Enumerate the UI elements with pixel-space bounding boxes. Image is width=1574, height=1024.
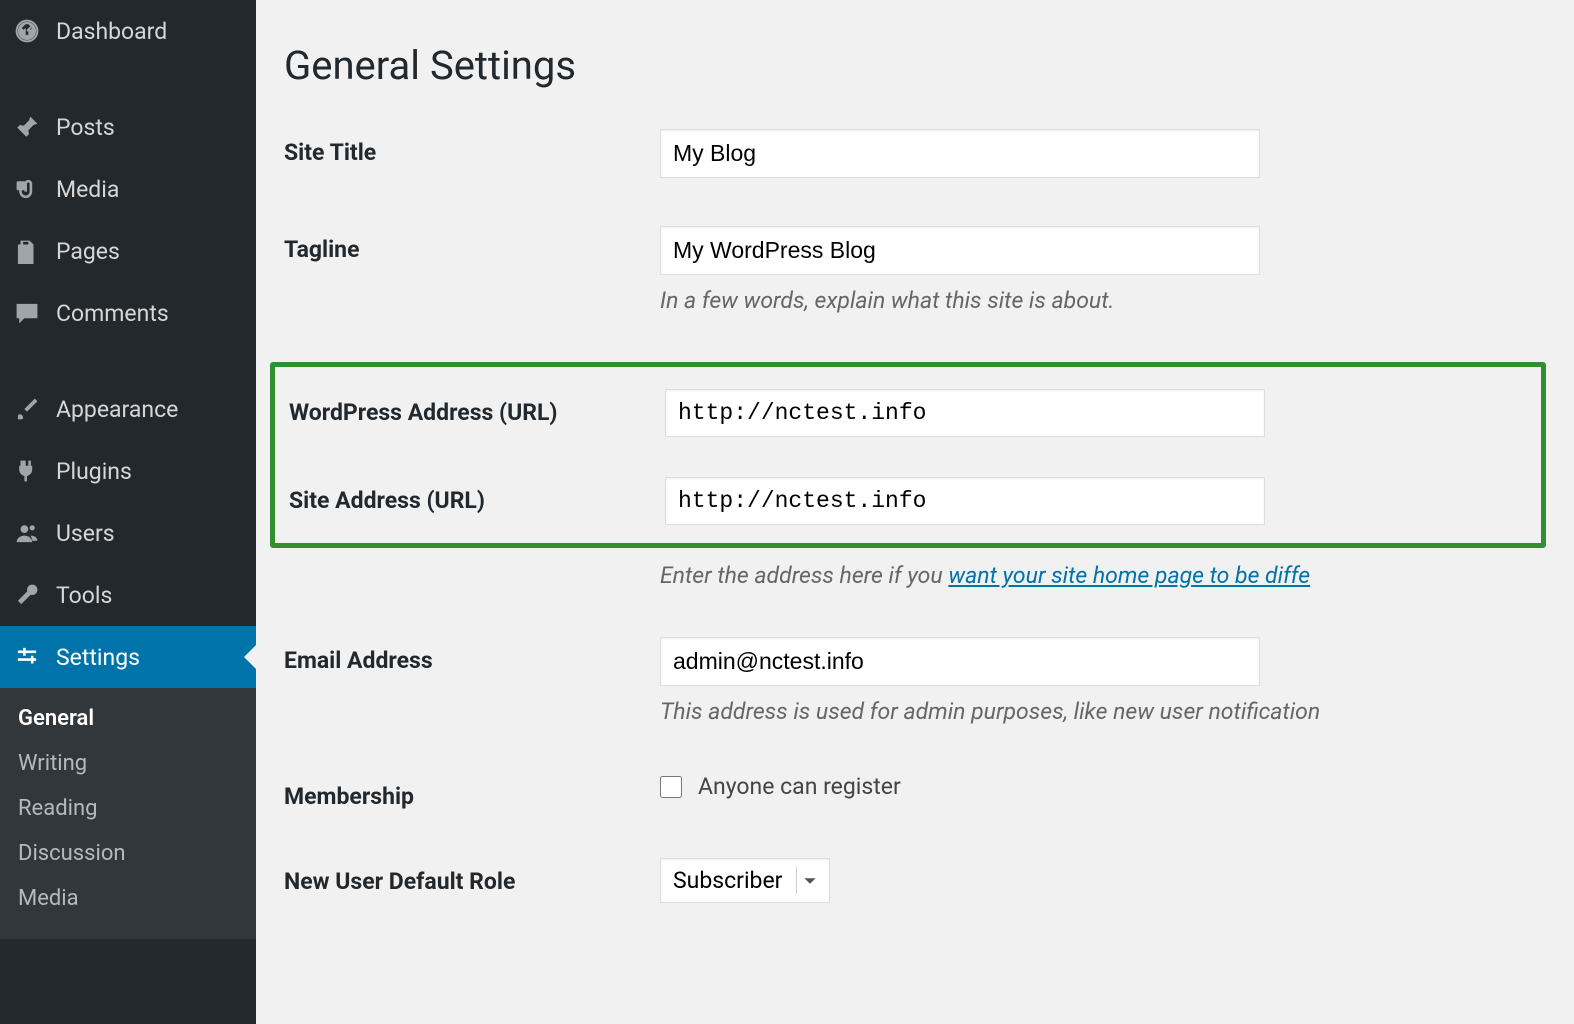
label-membership: Membership — [284, 773, 660, 810]
input-tagline[interactable] — [660, 226, 1260, 275]
row-wp-address: WordPress Address (URL) — [275, 389, 1541, 437]
admin-sidebar: Dashboard Posts Media Pages Comments App… — [0, 0, 256, 1024]
row-email: Email Address This address is used for a… — [284, 637, 1546, 725]
sidebar-item-label: Settings — [56, 644, 140, 671]
url-highlight-box: WordPress Address (URL) Site Address (UR… — [270, 362, 1546, 548]
input-site-title[interactable] — [660, 129, 1260, 178]
row-new-user-role: New User Default Role Subscriber — [284, 858, 1546, 903]
label-tagline: Tagline — [284, 226, 660, 263]
sidebar-item-label: Users — [56, 520, 115, 547]
row-site-address-desc: Enter the address here if you want your … — [284, 550, 1546, 589]
row-tagline: Tagline In a few words, explain what thi… — [284, 226, 1546, 314]
media-icon — [12, 174, 42, 204]
row-site-address: Site Address (URL) — [275, 477, 1541, 525]
submenu-item-general[interactable]: General — [0, 696, 256, 741]
main-content: General Settings Site Title Tagline In a… — [256, 0, 1574, 1024]
checkbox-anyone-can-register[interactable] — [660, 776, 682, 798]
sidebar-item-media[interactable]: Media — [0, 158, 256, 220]
sidebar-item-plugins[interactable]: Plugins — [0, 440, 256, 502]
submenu-item-reading[interactable]: Reading — [0, 786, 256, 831]
submenu-item-discussion[interactable]: Discussion — [0, 831, 256, 876]
row-membership: Membership Anyone can register — [284, 773, 1546, 810]
input-wp-address[interactable] — [665, 389, 1265, 437]
pin-icon — [12, 112, 42, 142]
sidebar-item-label: Plugins — [56, 458, 132, 485]
brush-icon — [12, 394, 42, 424]
plug-icon — [12, 456, 42, 486]
sidebar-item-label: Tools — [56, 582, 112, 609]
select-value: Subscriber — [673, 867, 782, 894]
dashboard-icon — [12, 16, 42, 46]
comments-icon — [12, 298, 42, 328]
sidebar-item-label: Posts — [56, 114, 115, 141]
submenu-item-media[interactable]: Media — [0, 876, 256, 921]
label-site-title: Site Title — [284, 129, 660, 166]
label-email: Email Address — [284, 637, 660, 674]
link-site-address-help[interactable]: want your site home page to be diffe — [948, 562, 1310, 589]
checkbox-label-anyone-can-register: Anyone can register — [698, 773, 901, 800]
input-email[interactable] — [660, 637, 1260, 686]
users-icon — [12, 518, 42, 548]
settings-submenu: General Writing Reading Discussion Media — [0, 688, 256, 939]
input-site-address[interactable] — [665, 477, 1265, 525]
submenu-item-writing[interactable]: Writing — [0, 741, 256, 786]
wrench-icon — [12, 580, 42, 610]
sidebar-item-dashboard[interactable]: Dashboard — [0, 0, 256, 62]
description-site-address: Enter the address here if you want your … — [660, 562, 1546, 589]
chevron-down-icon — [796, 867, 823, 894]
sidebar-item-appearance[interactable]: Appearance — [0, 378, 256, 440]
sidebar-item-label: Dashboard — [56, 18, 167, 45]
pages-icon — [12, 236, 42, 266]
sidebar-item-label: Pages — [56, 238, 120, 265]
row-site-title: Site Title — [284, 129, 1546, 178]
label-site-address: Site Address (URL) — [289, 477, 665, 514]
sidebar-item-users[interactable]: Users — [0, 502, 256, 564]
label-new-user-role: New User Default Role — [284, 858, 660, 895]
label-wp-address: WordPress Address (URL) — [289, 389, 665, 426]
sidebar-item-label: Media — [56, 176, 119, 203]
page-title: General Settings — [284, 42, 1546, 89]
select-new-user-role[interactable]: Subscriber — [660, 858, 830, 903]
description-email: This address is used for admin purposes,… — [660, 698, 1546, 725]
sidebar-item-label: Comments — [56, 300, 169, 327]
description-tagline: In a few words, explain what this site i… — [660, 287, 1546, 314]
sidebar-item-tools[interactable]: Tools — [0, 564, 256, 626]
sidebar-item-comments[interactable]: Comments — [0, 282, 256, 344]
sliders-icon — [12, 642, 42, 672]
sidebar-item-settings[interactable]: Settings — [0, 626, 256, 688]
sidebar-item-label: Appearance — [56, 396, 178, 423]
sidebar-item-posts[interactable]: Posts — [0, 96, 256, 158]
sidebar-item-pages[interactable]: Pages — [0, 220, 256, 282]
